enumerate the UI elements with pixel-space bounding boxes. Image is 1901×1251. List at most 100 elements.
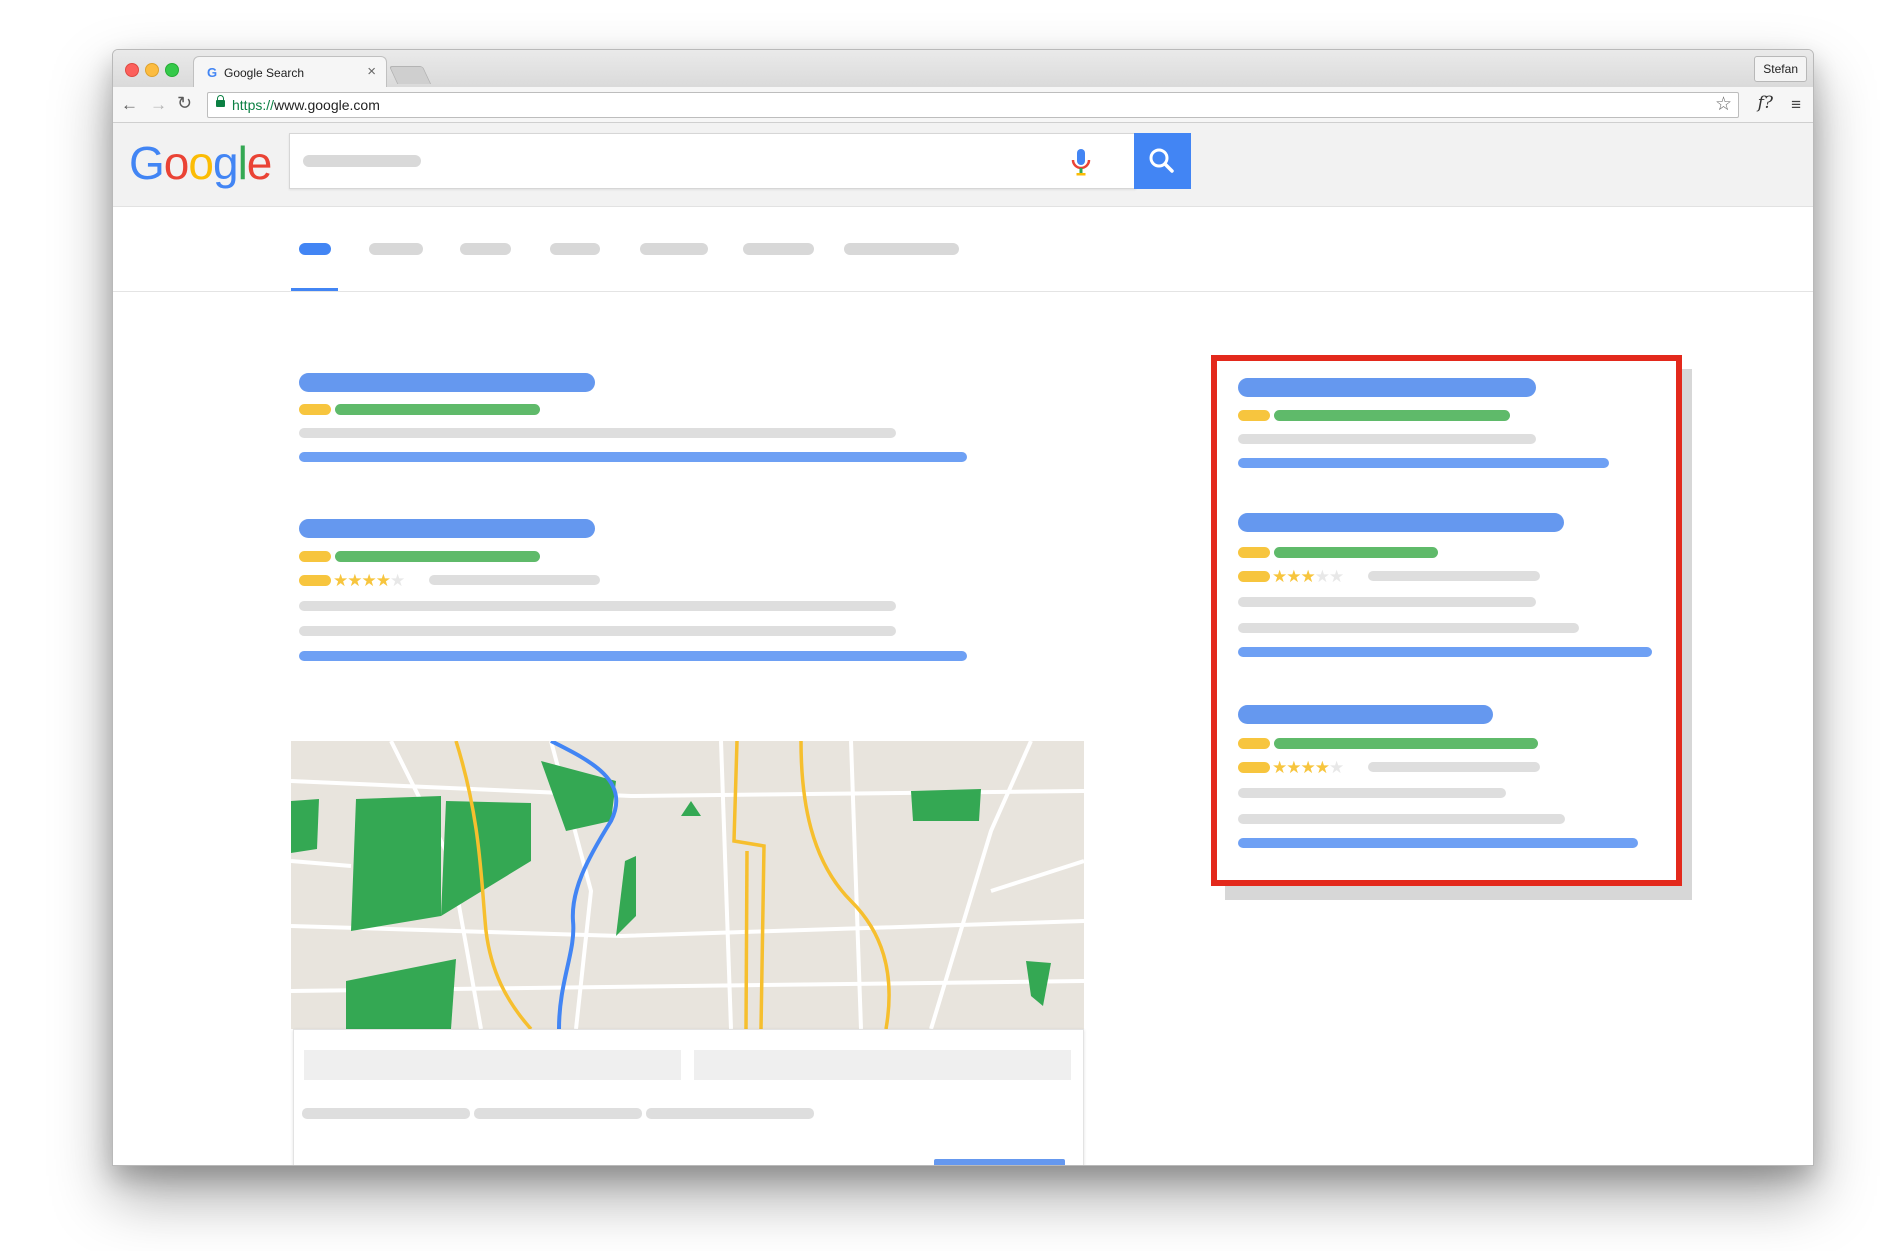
bookmark-star-icon[interactable]: ☆ xyxy=(1715,93,1732,116)
star-filled-icon: ★ xyxy=(1286,758,1301,777)
review-count xyxy=(1368,571,1540,581)
result-url[interactable] xyxy=(335,551,540,562)
result-sitelinks[interactable] xyxy=(1238,838,1638,848)
review-count xyxy=(429,575,600,585)
result-title[interactable] xyxy=(299,519,595,538)
rating-stars: ★★★★★ xyxy=(1272,758,1344,777)
tab-all[interactable] xyxy=(299,243,331,255)
url-scheme: https:// xyxy=(232,97,275,113)
result-badge xyxy=(1238,547,1270,558)
info-field xyxy=(694,1050,1071,1080)
rating-stars: ★★★★★ xyxy=(1272,567,1344,586)
profile-button[interactable]: Stefan xyxy=(1754,56,1807,82)
result-badge xyxy=(1238,738,1270,749)
nav-tab[interactable] xyxy=(369,243,423,255)
result-badge xyxy=(299,404,331,415)
info-line xyxy=(474,1108,642,1119)
microphone-icon[interactable] xyxy=(1068,148,1094,178)
local-map[interactable] xyxy=(291,741,1084,1029)
star-empty-icon: ★ xyxy=(390,571,405,590)
star-filled-icon: ★ xyxy=(1272,758,1287,777)
logo-letter: G xyxy=(129,137,165,189)
result-url[interactable] xyxy=(1274,547,1438,558)
rating-badge xyxy=(299,575,331,586)
logo-letter: g xyxy=(212,137,239,189)
logo-letter: e xyxy=(246,137,273,189)
lock-icon xyxy=(216,95,225,107)
info-field xyxy=(304,1050,681,1080)
google-header: Google xyxy=(113,123,1813,207)
browser-window: G Google Search × Stefan ← → ↻ https://w… xyxy=(112,49,1814,1166)
directions-button[interactable] xyxy=(934,1159,1065,1165)
result-snippet xyxy=(1238,434,1536,444)
result-snippet xyxy=(299,428,896,438)
info-line xyxy=(302,1108,470,1119)
star-empty-icon: ★ xyxy=(1329,567,1344,586)
zoom-window-button[interactable] xyxy=(165,63,179,77)
result-title[interactable] xyxy=(299,373,595,392)
result-sitelinks[interactable] xyxy=(299,651,967,661)
result-badge xyxy=(299,551,331,562)
search-button[interactable] xyxy=(1134,133,1191,189)
star-filled-icon: ★ xyxy=(333,571,348,590)
result-sitelinks[interactable] xyxy=(299,452,967,462)
menu-icon[interactable]: ≡ xyxy=(1791,95,1801,115)
result-badge xyxy=(1238,410,1270,421)
minimize-window-button[interactable] xyxy=(145,63,159,77)
nav-tab[interactable] xyxy=(640,243,708,255)
search-query-placeholder xyxy=(303,155,421,167)
extension-function-icon[interactable]: f? xyxy=(1758,93,1773,113)
search-input[interactable] xyxy=(289,133,1136,189)
map-info-card xyxy=(293,1029,1084,1165)
result-snippet xyxy=(1238,597,1536,607)
logo-letter: o xyxy=(188,137,214,189)
star-empty-icon: ★ xyxy=(1314,567,1330,586)
result-sitelinks[interactable] xyxy=(1238,647,1652,657)
result-url[interactable] xyxy=(1274,738,1538,749)
close-tab-icon[interactable]: × xyxy=(367,63,376,80)
google-logo[interactable]: Google xyxy=(129,136,273,190)
star-empty-icon: ★ xyxy=(1329,758,1344,777)
result-snippet xyxy=(299,626,896,636)
rating-stars: ★★★★★ xyxy=(333,571,405,590)
result-url[interactable] xyxy=(335,404,540,415)
url-host: www.google.com xyxy=(274,97,380,113)
close-window-button[interactable] xyxy=(125,63,139,77)
rating-badge xyxy=(1238,762,1270,773)
result-title[interactable] xyxy=(1238,513,1564,532)
address-bar[interactable]: https://www.google.com ☆ xyxy=(207,92,1739,118)
nav-tab[interactable] xyxy=(844,243,959,255)
reload-icon[interactable]: ↻ xyxy=(177,94,192,112)
tab-strip: G Google Search × Stefan xyxy=(113,50,1813,88)
result-snippet xyxy=(1238,814,1565,824)
nav-tab[interactable] xyxy=(743,243,814,255)
highlighted-results-panel: ★★★★★ ★★★★★ xyxy=(1211,355,1682,886)
star-filled-icon: ★ xyxy=(347,571,362,590)
star-filled-icon: ★ xyxy=(1314,758,1330,777)
search-nav-tabs xyxy=(113,207,1813,292)
google-favicon-icon: G xyxy=(207,65,218,80)
nav-tab[interactable] xyxy=(460,243,511,255)
logo-letter: o xyxy=(163,137,190,189)
forward-arrow-icon[interactable]: → xyxy=(150,96,167,113)
rating-badge xyxy=(1238,571,1270,582)
url-text: https://www.google.com xyxy=(232,97,380,113)
info-line xyxy=(646,1108,814,1119)
star-filled-icon: ★ xyxy=(1272,567,1287,586)
browser-toolbar: ← → ↻ https://www.google.com ☆ f? ≡ xyxy=(113,87,1813,123)
new-tab-button[interactable] xyxy=(388,66,432,84)
tab-google-search[interactable]: G Google Search × xyxy=(193,56,387,88)
result-sitelinks[interactable] xyxy=(1238,458,1609,468)
active-tab-indicator xyxy=(291,288,338,291)
result-snippet xyxy=(1238,623,1579,633)
result-title[interactable] xyxy=(1238,705,1493,724)
star-filled-icon: ★ xyxy=(361,571,377,590)
nav-tab[interactable] xyxy=(550,243,600,255)
result-url[interactable] xyxy=(1274,410,1510,421)
review-count xyxy=(1368,762,1540,772)
star-filled-icon: ★ xyxy=(1300,567,1316,586)
back-arrow-icon[interactable]: ← xyxy=(121,96,138,113)
logo-letter: l xyxy=(237,137,248,189)
result-snippet xyxy=(299,601,896,611)
result-title[interactable] xyxy=(1238,378,1536,397)
